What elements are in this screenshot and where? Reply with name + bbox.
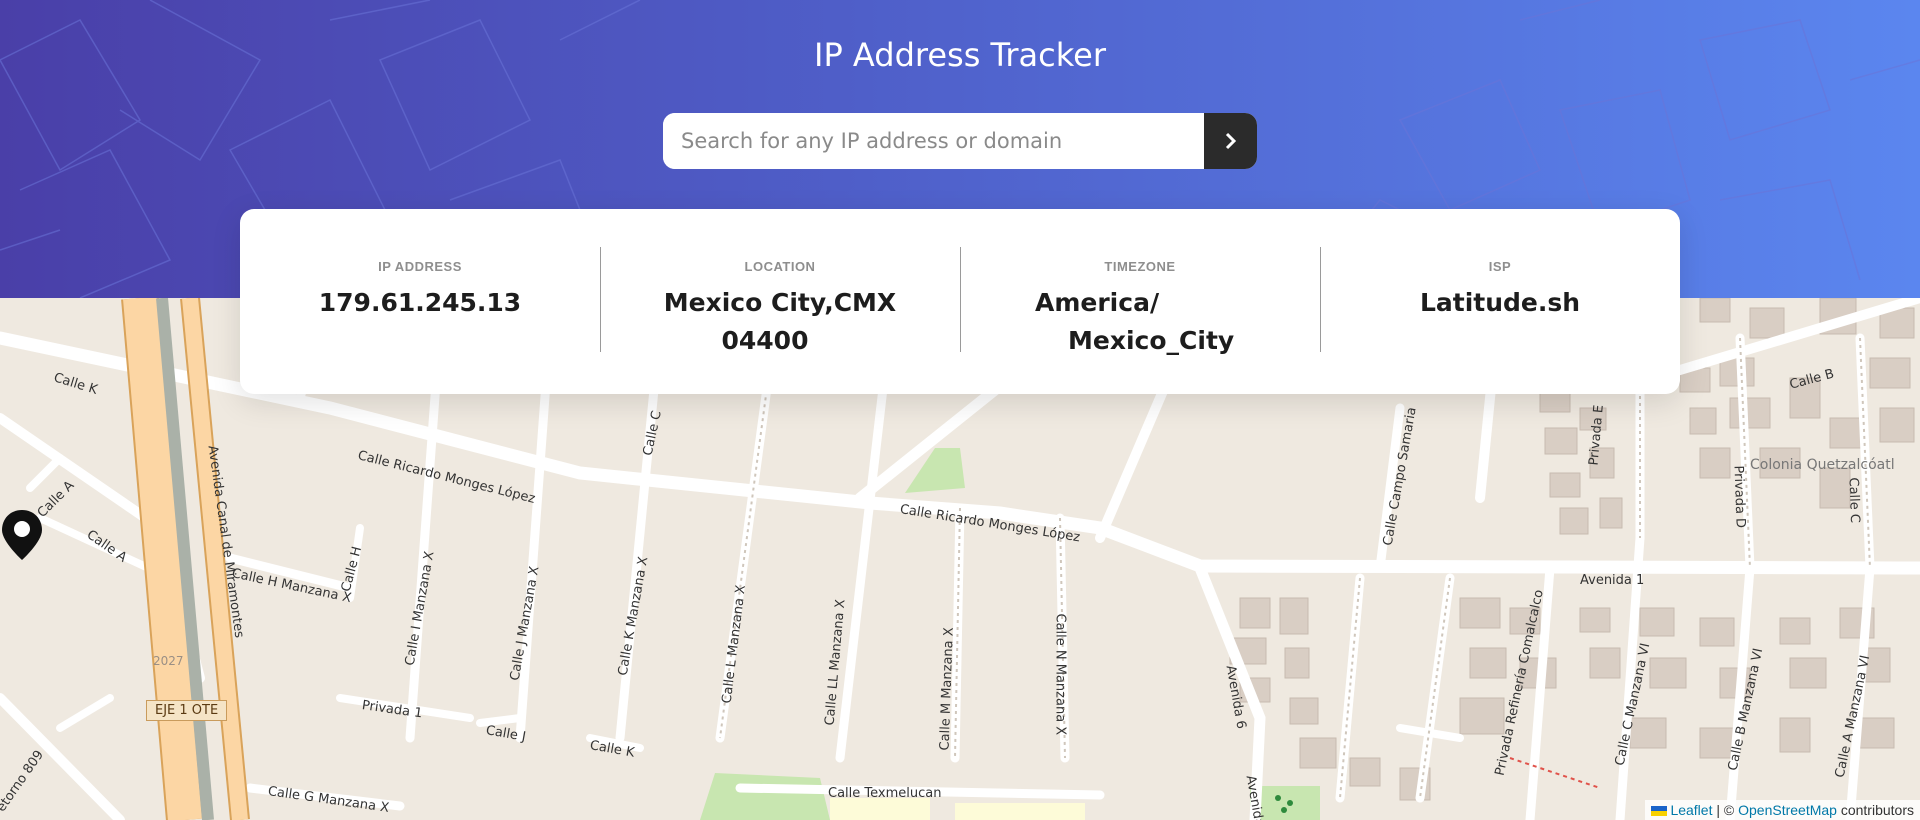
neighborhood-label: Colonia Quetzalcóatl	[1750, 457, 1895, 473]
isp-section: ISP Latitude.sh	[1320, 247, 1680, 356]
isp-value: Latitude.sh	[1419, 288, 1581, 317]
ip-address-label: IP ADDRESS	[378, 259, 462, 274]
attribution-separator: | ©	[1716, 802, 1735, 818]
timezone-line2: Mexico_City	[1068, 326, 1235, 355]
location-pin-icon[interactable]	[0, 508, 44, 562]
page-title: IP Address Tracker	[814, 36, 1106, 74]
ukraine-flag-icon	[1650, 806, 1667, 817]
map-attribution: Leaflet | © OpenStreetMap contributors	[1644, 800, 1920, 820]
elevation-label: 2027	[153, 654, 184, 668]
isp-label: ISP	[1488, 259, 1512, 274]
timezone-section: TIMEZONE America/ Mexico_City	[960, 247, 1320, 356]
openstreetmap-link[interactable]: OpenStreetMap	[1738, 802, 1837, 818]
info-card: IP ADDRESS 179.61.245.13 LOCATION Mexico…	[240, 209, 1680, 394]
leaflet-link[interactable]: Leaflet	[1670, 802, 1712, 818]
chevron-right-icon	[1225, 132, 1236, 150]
timezone-value: America/ Mexico_City	[960, 284, 1320, 360]
location-value: Mexico City,CMX 04400	[600, 284, 960, 360]
search-submit-button[interactable]	[1204, 113, 1257, 169]
street-label: Calle N Manzana X	[1052, 613, 1068, 736]
location-section: LOCATION Mexico City,CMX 04400	[600, 247, 960, 356]
street-label: Calle C	[1845, 477, 1863, 524]
street-label: Avenida 1	[1580, 573, 1645, 588]
ip-address-section: IP ADDRESS 179.61.245.13	[240, 247, 600, 356]
location-line2: 04400	[721, 326, 809, 355]
road-shield-label: EJE 1 OTE	[146, 700, 228, 721]
search-input[interactable]	[663, 113, 1204, 169]
location-label: LOCATION	[744, 259, 816, 274]
street-label: Privada D	[1730, 465, 1748, 529]
timezone-label: TIMEZONE	[1104, 259, 1176, 274]
attribution-tail: contributors	[1840, 802, 1914, 818]
ip-address-value: 179.61.245.13	[318, 288, 522, 317]
search-bar	[663, 113, 1257, 169]
timezone-line1: America/	[1035, 288, 1160, 317]
location-line1: Mexico City,CMX	[663, 288, 897, 317]
street-label: Calle Texmelucan	[828, 786, 942, 801]
